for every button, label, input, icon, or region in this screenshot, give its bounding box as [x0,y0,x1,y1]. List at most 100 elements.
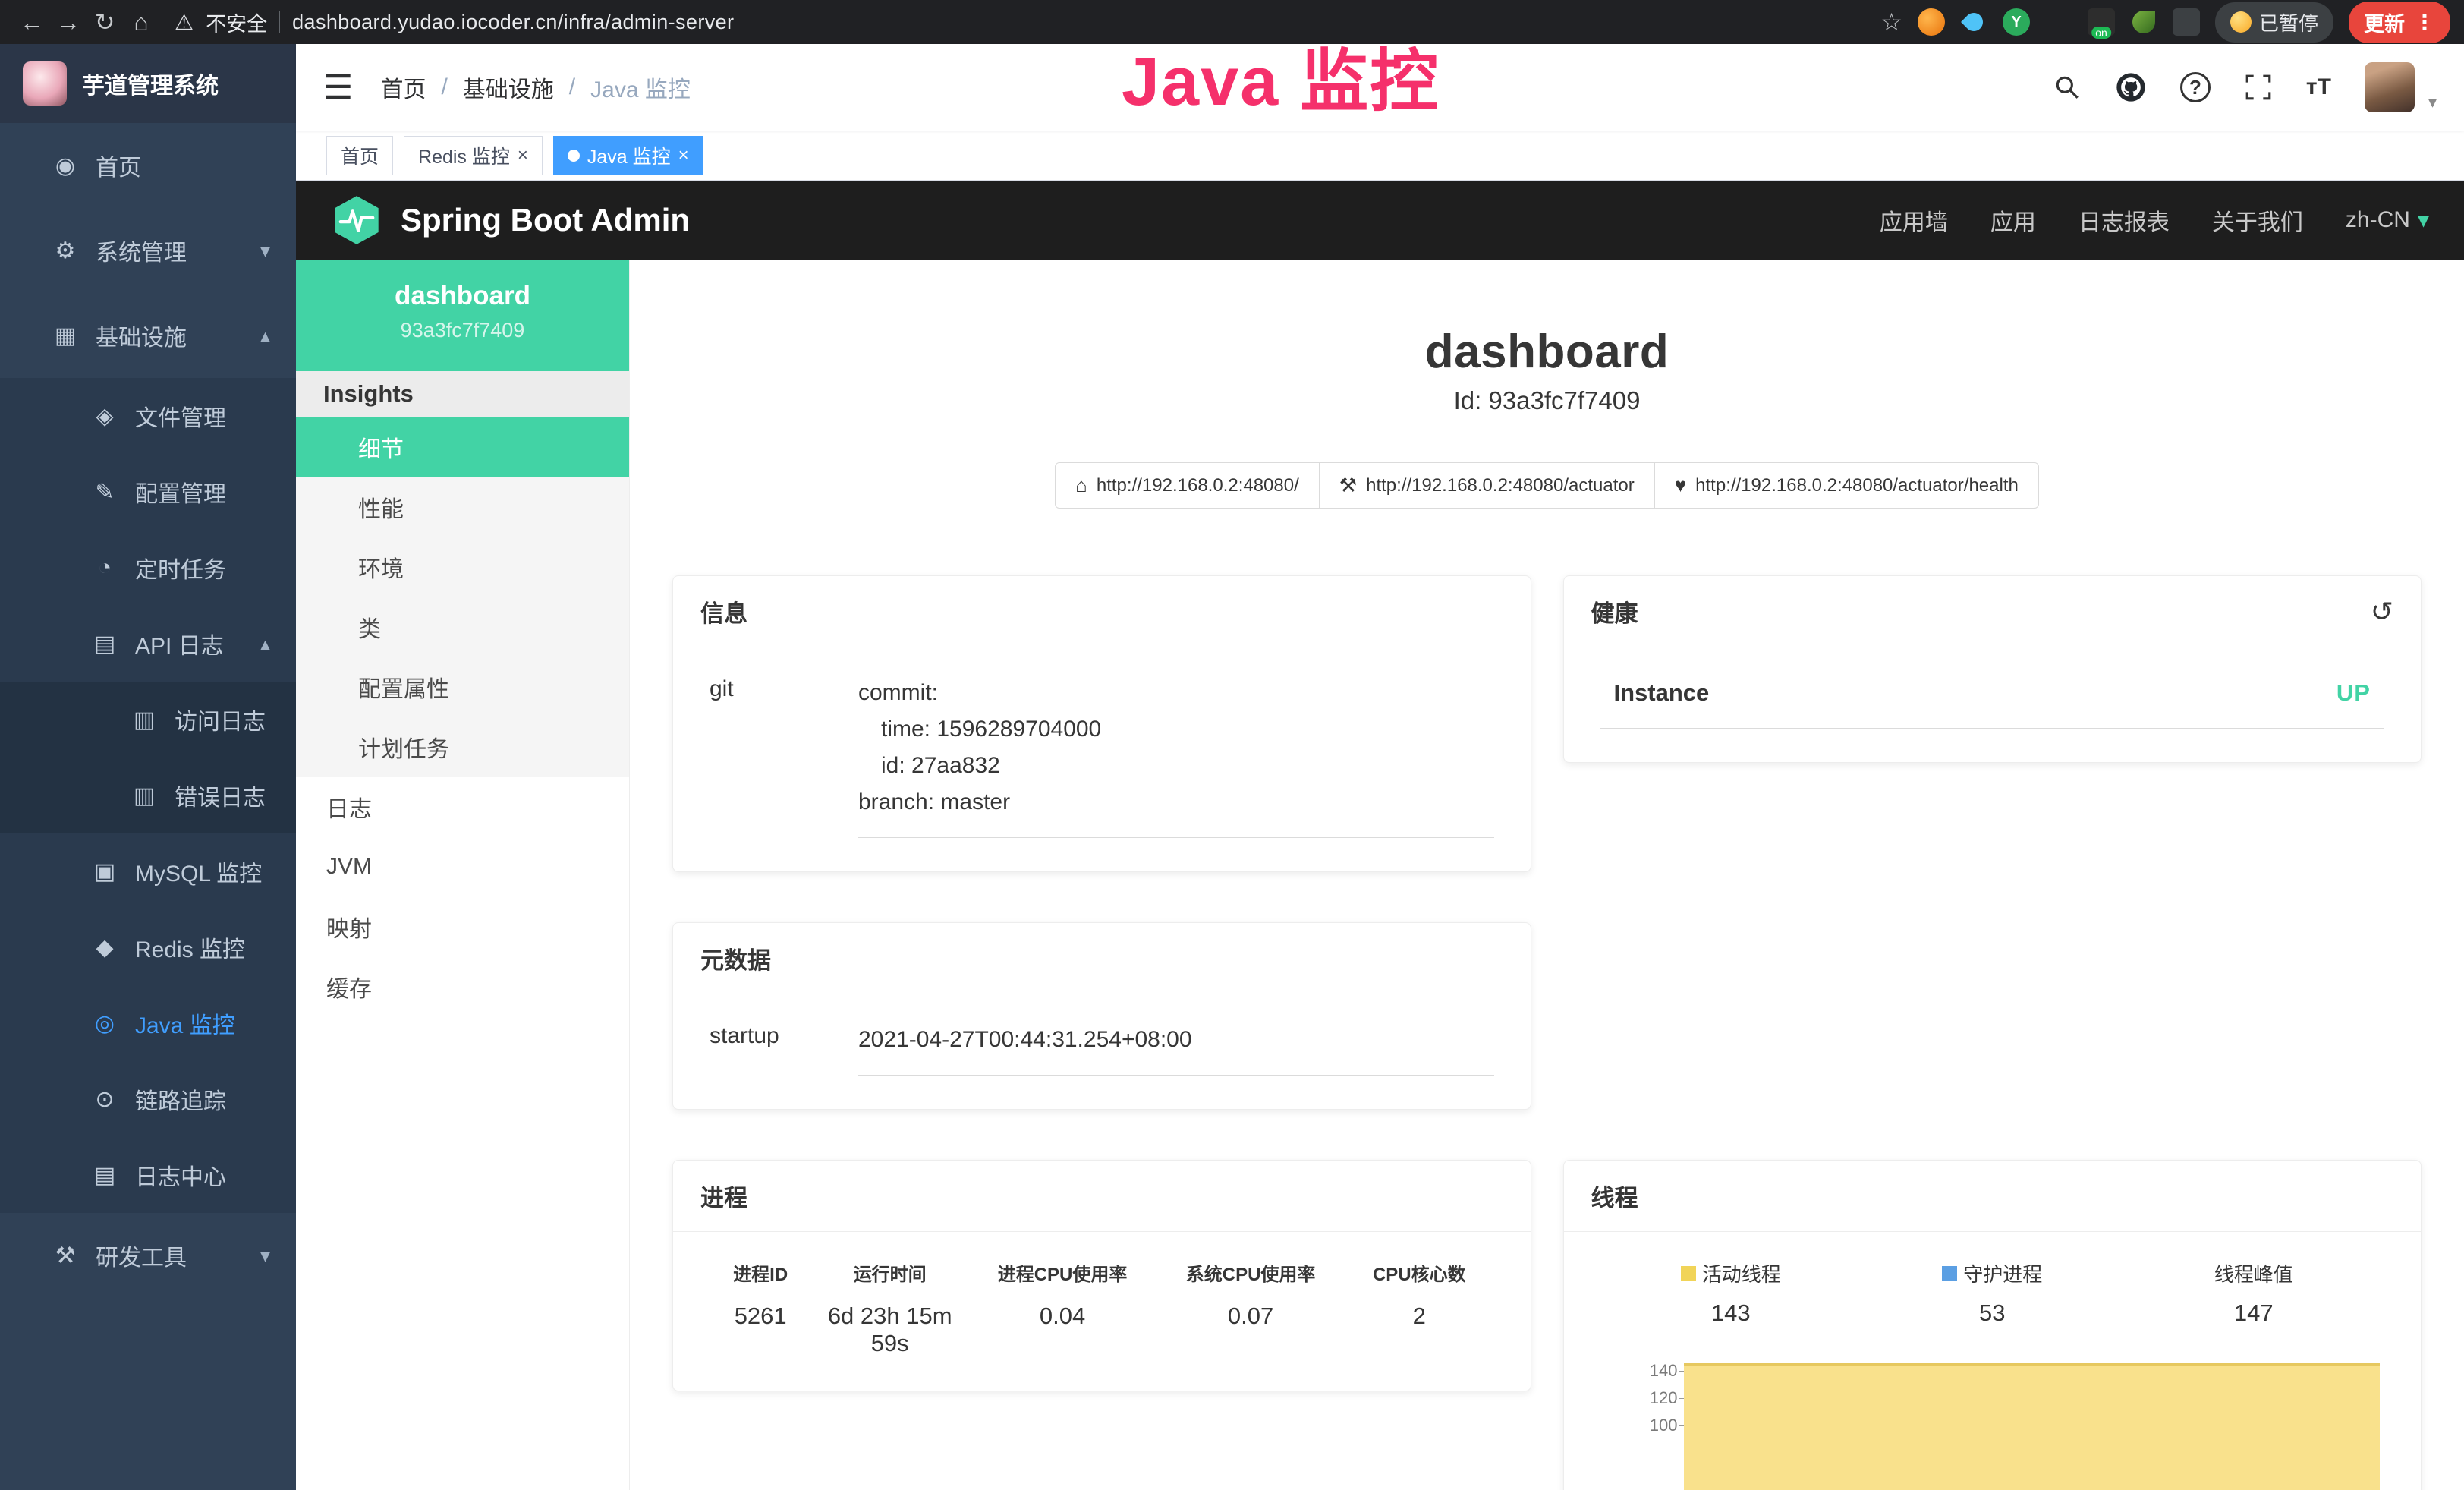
back-icon[interactable]: ← [14,4,50,40]
health-url: http://192.168.0.2:48080/actuator/health [1695,475,2019,496]
sba-item-classes[interactable]: 类 [296,597,629,657]
extension-icon-orange[interactable] [1918,8,1945,36]
instance-title: dashboard [672,325,2422,379]
sidebar-item-system[interactable]: ⚙ 系统管理 ▾ [0,208,296,293]
extension-icon-drop[interactable] [1960,8,1987,36]
sidebar-item-home[interactable]: ◉ 首页 [0,123,296,208]
address-bar[interactable]: ⚠ 不安全 dashboard.yudao.iocoder.cn/infra/a… [175,8,1880,37]
extension-icon-green[interactable]: Y [2003,8,2030,36]
sidebar-item-job[interactable]: ◔ 定时任务 [0,530,296,606]
update-button[interactable]: 更新 ⋮ [2349,2,2450,43]
tab-label: Redis 监控 [418,142,510,169]
sba-brand-label: Spring Boot Admin [401,202,690,238]
sba-item-mappings[interactable]: 映射 [296,896,629,956]
sidebar-item-error-log[interactable]: ▥ 错误日志 [0,758,296,833]
sidebar-item-trace[interactable]: ⊙ 链路追踪 [0,1061,296,1137]
font-size-icon[interactable]: тT [2306,74,2331,100]
sba-locale-select[interactable]: zh-CN ▾ [2346,207,2429,234]
extension-icon-on[interactable]: on [2088,8,2115,36]
sidebar-item-access-log[interactable]: ▥ 访问日志 [0,682,296,758]
sidebar-item-redis[interactable]: ◆ Redis 监控 [0,909,296,985]
avatar[interactable] [2365,62,2415,112]
sba-main: dashboard Id: 93a3fc7f7409 ⌂ http://192.… [630,260,2464,1490]
sba-item-metrics[interactable]: 性能 [296,477,629,537]
sidebar-item-api-log[interactable]: ▤ API 日志 ▴ [0,606,296,682]
peak-threads-value: 147 [2123,1299,2385,1327]
health-card: 健康 ↺ Instance UP [1563,575,2422,763]
sba-item-details[interactable]: 细节 [296,417,629,477]
tab-home[interactable]: 首页 [326,136,393,175]
sba-nav-about[interactable]: 关于我们 [2212,203,2303,237]
sba-item-scheduled-tasks[interactable]: 计划任务 [296,717,629,777]
metadata-card: 元数据 startup 2021-04-27T00:44:31.254+08:0… [672,922,1531,1110]
file-icon: ◈ [87,403,123,430]
health-card-header: 健康 ↺ [1564,576,2422,647]
extension-icon-grid[interactable] [2045,8,2072,36]
extension-icon-plugin[interactable] [2173,8,2200,36]
extension-icon-leaf[interactable] [2130,8,2157,36]
java-icon: ◎ [87,1010,123,1037]
log-icon: ▤ [87,631,123,657]
sba-item-environment[interactable]: 环境 [296,537,629,597]
git-time-line: time: 1596289704000 [858,711,1494,748]
process-card-title: 进程 [700,1179,747,1213]
process-uptime-value: 6d 23h 15m 59s [811,1303,968,1357]
sidebar-item-file[interactable]: ◈ 文件管理 [0,378,296,454]
breadcrumb-home[interactable]: 首页 [380,71,426,104]
close-icon[interactable]: × [678,145,689,166]
sba-nav-journal[interactable]: 日志报表 [2079,203,2170,237]
sidebar-item-infra[interactable]: ▦ 基础设施 ▴ [0,293,296,378]
sba-instance-id: 93a3fc7f7409 [296,319,629,342]
close-icon[interactable]: × [518,145,528,166]
cpu-cores-value: 2 [1345,1303,1493,1357]
help-icon[interactable]: ? [2180,72,2211,102]
sba-item-jvm[interactable]: JVM [296,836,629,896]
service-url-button[interactable]: ⌂ http://192.168.0.2:48080/ [1055,462,1320,509]
sidebar-logo[interactable]: 芋道管理系统 [0,44,296,123]
process-col-header: 运行时间 [811,1259,968,1286]
paused-label: 已暂停 [2259,8,2318,36]
sba-instance-header[interactable]: dashboard 93a3fc7f7409 [296,260,629,371]
sba-nav-wall[interactable]: 应用墙 [1880,203,1948,237]
tabs-bar: 首页 Redis 监控 × Java 监控 × [296,131,2464,181]
fullscreen-icon[interactable] [2244,73,2273,102]
url-text[interactable]: dashboard.yudao.iocoder.cn/infra/admin-s… [292,11,734,34]
sidebar-item-log-center[interactable]: ▤ 日志中心 [0,1137,296,1213]
home-icon[interactable]: ⌂ [123,4,159,40]
breadcrumb-infra[interactable]: 基础设施 [463,71,554,104]
sba-item-caches[interactable]: 缓存 [296,956,629,1016]
service-url: http://192.168.0.2:48080/ [1097,475,1299,496]
search-icon[interactable] [2053,73,2082,102]
github-icon[interactable] [2115,71,2147,103]
health-url-button[interactable]: ♥ http://192.168.0.2:48080/actuator/heal… [1654,462,2039,509]
tab-redis[interactable]: Redis 监控 × [404,136,543,175]
tab-java[interactable]: Java 监控 × [553,136,703,175]
refresh-icon[interactable]: ↻ [87,4,123,40]
process-card-body: 进程ID 运行时间 进程CPU使用率 系统CPU使用率 CPU核心数 5261 … [673,1232,1531,1391]
sba-item-configprops[interactable]: 配置属性 [296,657,629,717]
sidebar-item-dev-tools[interactable]: ⚒ 研发工具 ▾ [0,1213,296,1298]
forward-icon[interactable]: → [50,4,87,40]
sidebar-item-java[interactable]: ◎ Java 监控 [0,985,296,1061]
hamburger-icon[interactable]: ☰ [323,68,353,107]
sba-item-logs[interactable]: 日志 [296,777,629,836]
paused-badge[interactable]: 已暂停 [2215,2,2333,43]
bookmark-star-icon[interactable]: ☆ [1880,8,1902,36]
chevron-up-icon: ▴ [260,632,270,656]
sidebar-item-mysql[interactable]: ▣ MySQL 监控 [0,833,296,909]
chrome-right-cluster: ☆ Y on 已暂停 更新 ⋮ [1880,2,2450,43]
metadata-row-startup: startup 2021-04-27T00:44:31.254+08:00 [710,1022,1494,1076]
info-row-git: git commit: time: 1596289704000 id: 27aa… [710,675,1494,838]
gear-icon: ⚙ [47,238,83,264]
kebab-menu-icon[interactable]: ⋮ [2414,10,2435,35]
threads-legend: 活动线程 守护进程 线程峰值 143 [1600,1259,2385,1327]
sba-brand[interactable]: Spring Boot Admin [331,194,690,246]
actuator-url-button[interactable]: ⚒ http://192.168.0.2:48080/actuator [1319,462,1655,509]
header-icons: ? тT ▾ [2053,62,2437,112]
info-card-header: 信息 [673,576,1531,647]
sba-nav-applications[interactable]: 应用 [1990,203,2036,237]
sidebar-item-config[interactable]: ✎ 配置管理 [0,454,296,530]
chevron-up-icon: ▴ [260,324,270,348]
history-icon[interactable]: ↺ [2371,596,2393,628]
process-cpu-value: 0.04 [968,1303,1156,1357]
